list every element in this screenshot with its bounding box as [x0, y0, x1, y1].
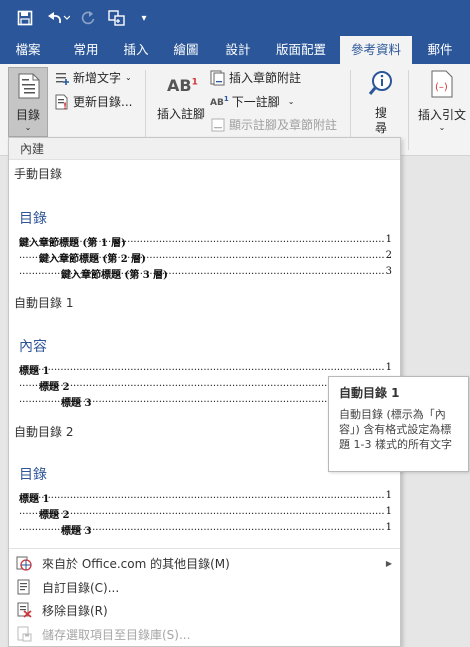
toc-button-label: 目錄	[15, 108, 40, 122]
toc-preview-line: ........................................…	[19, 250, 392, 264]
endnote-icon	[210, 70, 226, 86]
insert-endnote-label: 插入章節附註	[229, 71, 302, 85]
show-notes-icon	[210, 117, 226, 133]
toc-preview-line: ........................................…	[19, 266, 392, 280]
toc-preview-line: ........................................…	[19, 362, 392, 376]
save-selection-icon	[14, 626, 34, 642]
toc-preview-line: ........................................…	[19, 234, 392, 248]
insert-citation-label: 插入引文	[417, 108, 466, 122]
ribbon-tab-bar: 檔案 常用 插入 繪圖 設計 版面配置 參考資料 郵件	[0, 36, 470, 64]
tab-insert[interactable]: 插入	[114, 36, 158, 64]
custom-toc-item[interactable]: 自訂目錄(C)...	[9, 576, 400, 598]
toc-preview-line: ........................................…	[19, 490, 392, 504]
next-footnote-icon-sup: 1	[223, 95, 229, 103]
add-text-button[interactable]: 新增文字 ⌄	[54, 69, 132, 86]
tab-draw[interactable]: 繪圖	[164, 36, 208, 64]
chevron-down-icon: ⌄	[24, 123, 32, 132]
toc-preview-line: ........................................…	[19, 522, 392, 536]
add-text-label: 新增文字	[73, 71, 122, 85]
next-footnote-button[interactable]: AB1 下一註腳 ⌄	[210, 93, 294, 110]
customize-qat-glyph: ▾	[141, 12, 147, 24]
tab-design[interactable]: 設計	[216, 36, 260, 64]
chevron-down-icon: ⌄	[438, 123, 446, 132]
insert-endnote-button[interactable]: 插入章節附註	[210, 69, 301, 86]
search-label: 搜 尋	[374, 106, 387, 135]
footnote-icon-sup: 1	[191, 77, 198, 88]
next-footnote-icon: AB1	[210, 95, 229, 108]
remove-toc-item[interactable]: 移除目錄(R)	[9, 599, 400, 621]
toc-preview-heading: 內容	[19, 339, 47, 355]
tab-file[interactable]: 檔案	[6, 36, 50, 64]
submenu-arrow-icon: ▶	[385, 558, 392, 568]
tooltip-body: 自動目錄 (標示為「內容」) 含有格式設定為標題 1-3 樣式的所有文字	[339, 408, 452, 451]
tab-mailings[interactable]: 郵件	[416, 36, 464, 64]
insert-footnote-button[interactable]: AB1 插入註腳	[152, 72, 210, 124]
insert-footnote-label: 插入註腳	[156, 107, 205, 121]
toc-preview-heading: 目錄	[19, 467, 47, 483]
toc-icon	[18, 73, 40, 102]
svg-text:!: !	[63, 102, 67, 110]
citation-icon: (–)	[430, 70, 454, 101]
undo-icon[interactable]	[42, 0, 72, 36]
remove-toc-icon	[14, 602, 34, 618]
tooltip-title: 自動目錄 1	[339, 386, 400, 400]
save-icon[interactable]	[14, 0, 36, 36]
redo-icon[interactable]	[78, 0, 98, 36]
touch-mode-icon[interactable]	[104, 0, 130, 36]
office-globe-icon	[14, 555, 34, 571]
ribbon-group-divider	[408, 70, 409, 150]
more-tocs-label: 來自於 Office.com 的其他目錄(M)	[42, 556, 230, 571]
auto-toc-2-title: 自動目錄 2	[14, 425, 74, 439]
menu-divider	[9, 548, 400, 549]
manual-toc-title: 手動目錄	[14, 167, 63, 181]
footnote-icon-text: AB	[167, 76, 192, 95]
add-text-icon	[54, 70, 70, 86]
update-table-button[interactable]: ! 更新目錄...	[54, 93, 132, 110]
toc-preview-heading: 目錄	[19, 211, 47, 227]
update-table-label: 更新目錄...	[73, 95, 133, 109]
quick-access-toolbar: ▾	[0, 0, 470, 36]
custom-toc-icon	[14, 579, 34, 595]
tab-references[interactable]: 參考資料	[340, 36, 412, 64]
chevron-down-icon: ⌄	[287, 97, 295, 106]
save-selection-label: 儲存選取項目至目錄庫(S)...	[42, 627, 191, 642]
tab-layout[interactable]: 版面配置	[268, 36, 334, 64]
search-button[interactable]: 搜 尋	[362, 70, 400, 140]
tab-home[interactable]: 常用	[64, 36, 108, 64]
toc-button[interactable]: 目錄 ⌄	[8, 67, 48, 137]
next-footnote-icon-text: AB	[210, 98, 224, 108]
more-tocs-from-office-item[interactable]: 來自於 Office.com 的其他目錄(M) ▶	[9, 552, 400, 574]
gallery-tooltip: 自動目錄 1 自動目錄 (標示為「內容」) 含有格式設定為標題 1-3 樣式的所…	[328, 376, 469, 472]
gallery-section-header: 內建	[9, 138, 400, 160]
chevron-down-icon: ⌄	[125, 73, 132, 82]
search-icon	[368, 70, 394, 99]
footnote-icon: AB1	[167, 76, 198, 95]
save-selection-to-gallery-item[interactable]: 儲存選取項目至目錄庫(S)...	[9, 623, 400, 645]
show-notes-label: 顯示註腳及章節附註	[229, 118, 338, 132]
remove-toc-label: 移除目錄(R)	[42, 603, 108, 618]
next-footnote-label: 下一註腳	[231, 95, 280, 109]
show-notes-button[interactable]: 顯示註腳及章節附註	[210, 116, 337, 133]
insert-citation-button[interactable]: (–) 插入引文 ⌄	[414, 70, 470, 140]
update-table-icon: !	[54, 94, 70, 110]
svg-text:(–): (–)	[435, 82, 448, 93]
custom-toc-label: 自訂目錄(C)...	[42, 580, 120, 595]
auto-toc-1-title: 自動目錄 1	[14, 296, 74, 310]
customize-qat-icon[interactable]: ▾	[136, 0, 152, 36]
toc-preview-line: ........................................…	[19, 506, 392, 520]
gallery-option-manual-toc[interactable]: 目錄 .....................................…	[9, 182, 400, 282]
